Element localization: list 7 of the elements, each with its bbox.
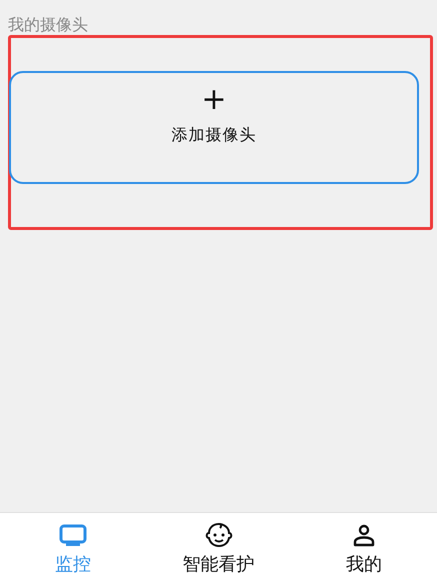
person-icon <box>352 524 376 548</box>
add-camera-button[interactable]: + 添加摄像头 <box>9 71 419 184</box>
section-title: 我的摄像头 <box>7 14 89 35</box>
baby-face-icon <box>204 522 234 548</box>
monitor-icon <box>58 524 87 548</box>
tab[interactable]: 智能看护 <box>146 513 292 580</box>
tab[interactable]: 我的 <box>291 513 437 580</box>
